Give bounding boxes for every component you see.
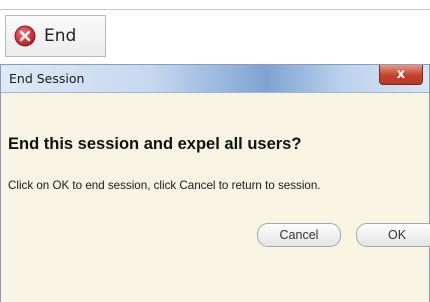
dialog-title: End Session	[9, 71, 85, 86]
top-toolbar-strip	[0, 0, 430, 10]
ok-button[interactable]: OK	[356, 223, 430, 247]
close-icon: x	[396, 67, 406, 82]
end-session-button[interactable]: End	[5, 15, 106, 57]
end-session-dialog: End Session x End this session and expel…	[0, 64, 430, 302]
end-button-label: End	[44, 26, 77, 46]
dialog-titlebar[interactable]: End Session x	[1, 65, 429, 93]
dialog-close-button[interactable]: x	[379, 65, 423, 85]
red-circle-x-icon	[14, 25, 36, 47]
dialog-message: Click on OK to end session, click Cancel…	[8, 179, 321, 192]
cancel-button[interactable]: Cancel	[257, 223, 341, 247]
dialog-heading: End this session and expel all users?	[8, 135, 302, 153]
